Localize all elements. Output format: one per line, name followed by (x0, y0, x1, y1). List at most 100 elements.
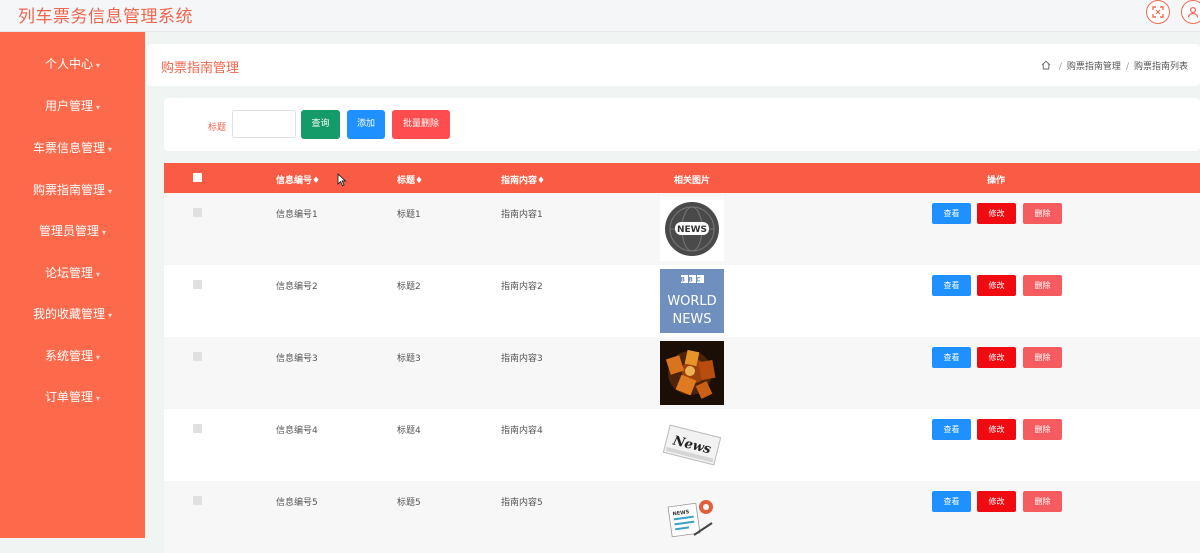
sidebar-item-purchase-guide[interactable]: 购票指南管理 ▾ (0, 175, 145, 205)
edit-button[interactable]: 修改 (977, 347, 1016, 368)
sort-icon: ♦ (537, 176, 546, 186)
delete-button[interactable]: 删除 (1023, 419, 1062, 440)
cell-title: 标题1 (397, 210, 421, 220)
sidebar-item-label: 用户管理 (44, 99, 93, 113)
sidebar-item-label: 我的收藏管理 (32, 307, 105, 321)
cell-id: 信息编号4 (276, 426, 318, 436)
view-button[interactable]: 查看 (932, 347, 971, 368)
add-button[interactable]: 添加 (347, 110, 385, 139)
sidebar-item-personal-center[interactable]: 个人中心 ▾ (0, 49, 145, 79)
sort-icon: ♦ (415, 176, 424, 186)
edit-button[interactable]: 修改 (977, 419, 1016, 440)
table-row: 信息编号3 标题3 指南内容3 查看 修改 删除 (164, 337, 1200, 409)
sidebar-item-label: 管理员管理 (38, 224, 99, 238)
newspaper-image: News (660, 413, 724, 477)
table-row: 信息编号2 标题2 指南内容2 BBC WORLD NEWS 查看 修改 删除 (164, 265, 1200, 337)
cell-content: 指南内容1 (501, 210, 543, 220)
chevron-down-icon: ▾ (96, 353, 101, 362)
title-search-input[interactable] (232, 110, 296, 138)
cell-id: 信息编号2 (276, 282, 318, 292)
news-letters-image (660, 341, 724, 405)
table-row: 信息编号1 标题1 指南内容1 NEWS 查看 修改 删除 (164, 193, 1200, 265)
chevron-down-icon: ▾ (96, 394, 101, 403)
user-icon[interactable] (1181, 0, 1200, 24)
cell-id: 信息编号3 (276, 354, 318, 364)
sidebar-item-label: 个人中心 (44, 57, 93, 71)
query-button[interactable]: 查询 (301, 110, 340, 139)
view-button[interactable]: 查看 (932, 275, 971, 296)
sidebar-item-ticket-info[interactable]: 车票信息管理 ▾ (0, 133, 145, 163)
edit-button[interactable]: 修改 (977, 203, 1016, 224)
table-row: 信息编号4 标题4 指南内容4 News 查看 修改 删除 (164, 409, 1200, 481)
column-header-content[interactable]: 指南内容♦ (501, 173, 545, 186)
select-all-checkbox[interactable] (193, 173, 202, 182)
column-header-id[interactable]: 信息编号♦ (276, 173, 320, 186)
bbc-logo-text: BBC (680, 277, 703, 284)
sidebar-item-label: 订单管理 (44, 390, 93, 404)
cell-id: 信息编号5 (276, 498, 318, 508)
delete-button[interactable]: 删除 (1023, 203, 1062, 224)
chevron-down-icon: ▾ (102, 228, 107, 237)
cell-title: 标题2 (397, 282, 421, 292)
mouse-cursor-icon (337, 173, 347, 187)
cell-title: 标题5 (397, 498, 421, 508)
search-label: 标题 (208, 123, 227, 133)
sidebar: 个人中心 ▾ 用户管理 ▾ 车票信息管理 ▾ 购票指南管理 ▾ 管理员管理 ▾ 论坛管理 ▾… (0, 32, 145, 538)
table-header: 信息编号♦ 标题♦ 指南内容♦ 相关图片 操作 (164, 163, 1200, 193)
column-header-title[interactable]: 标题♦ (397, 173, 423, 186)
delete-button[interactable]: 删除 (1023, 347, 1062, 368)
guide-table: 信息编号♦ 标题♦ 指南内容♦ 相关图片 操作 信息编号1 标题1 指南内容1 … (164, 163, 1200, 553)
bbc-world-text: WORLD (667, 294, 716, 309)
edit-button[interactable]: 修改 (977, 275, 1016, 296)
sidebar-item-label: 购票指南管理 (32, 183, 105, 197)
breadcrumb-item: 购票指南列表 (1133, 62, 1188, 72)
chevron-down-icon: ▾ (96, 103, 101, 112)
app-title: 列车票务信息管理系统 (18, 7, 193, 27)
cell-content: 指南内容2 (501, 282, 543, 292)
news-globe-image: NEWS (660, 197, 724, 261)
delete-button[interactable]: 删除 (1023, 491, 1062, 512)
chevron-down-icon: ▾ (96, 270, 101, 279)
breadcrumb-separator: / (1058, 62, 1062, 72)
view-button[interactable]: 查看 (932, 203, 971, 224)
sort-icon: ♦ (312, 176, 321, 186)
view-button[interactable]: 查看 (932, 419, 971, 440)
table-row: 信息编号5 标题5 指南内容5 NEWS 查看 修改 删除 (164, 481, 1200, 553)
sidebar-item-orders[interactable]: 订单管理 ▾ (0, 382, 145, 412)
cell-id: 信息编号1 (276, 210, 318, 220)
edit-button[interactable]: 修改 (977, 491, 1016, 512)
sidebar-item-label: 车票信息管理 (32, 141, 105, 155)
row-checkbox[interactable] (193, 424, 202, 433)
fullscreen-icon[interactable] (1146, 0, 1170, 24)
view-button[interactable]: 查看 (932, 491, 971, 512)
chevron-down-icon: ▾ (108, 145, 113, 154)
column-header-actions: 操作 (987, 176, 1006, 186)
chevron-down-icon: ▾ (96, 61, 101, 70)
page-title: 购票指南管理 (161, 61, 240, 76)
sidebar-item-system[interactable]: 系统管理 ▾ (0, 341, 145, 371)
batch-delete-button[interactable]: 批量删除 (392, 110, 450, 139)
breadcrumb-item[interactable]: 购票指南管理 (1067, 62, 1121, 72)
row-checkbox[interactable] (193, 208, 202, 217)
column-header-image: 相关图片 (674, 176, 711, 186)
cell-content: 指南内容4 (501, 426, 543, 436)
delete-button[interactable]: 删除 (1023, 275, 1062, 296)
breadcrumb-separator: / (1125, 62, 1129, 72)
home-icon[interactable] (1041, 60, 1054, 72)
sidebar-item-user-management[interactable]: 用户管理 ▾ (0, 91, 145, 121)
sidebar-item-favorites[interactable]: 我的收藏管理 ▾ (0, 299, 145, 329)
bbc-news-text: NEWS (672, 312, 711, 327)
row-checkbox[interactable] (193, 280, 202, 289)
news-badge-text: NEWS (677, 225, 707, 235)
search-panel: 标题 查询 添加 批量删除 (164, 98, 1200, 151)
row-checkbox[interactable] (193, 352, 202, 361)
chevron-down-icon: ▾ (108, 187, 113, 196)
row-checkbox[interactable] (193, 496, 202, 505)
cell-content: 指南内容5 (501, 498, 543, 508)
cell-title: 标题4 (397, 426, 421, 436)
chevron-down-icon: ▾ (108, 311, 113, 320)
breadcrumb: / 购票指南管理 / 购票指南列表 (1041, 59, 1188, 72)
sidebar-item-admin-management[interactable]: 管理员管理 ▾ (0, 216, 145, 246)
news-illustration-image: NEWS (660, 485, 724, 549)
sidebar-item-forum[interactable]: 论坛管理 ▾ (0, 258, 145, 288)
